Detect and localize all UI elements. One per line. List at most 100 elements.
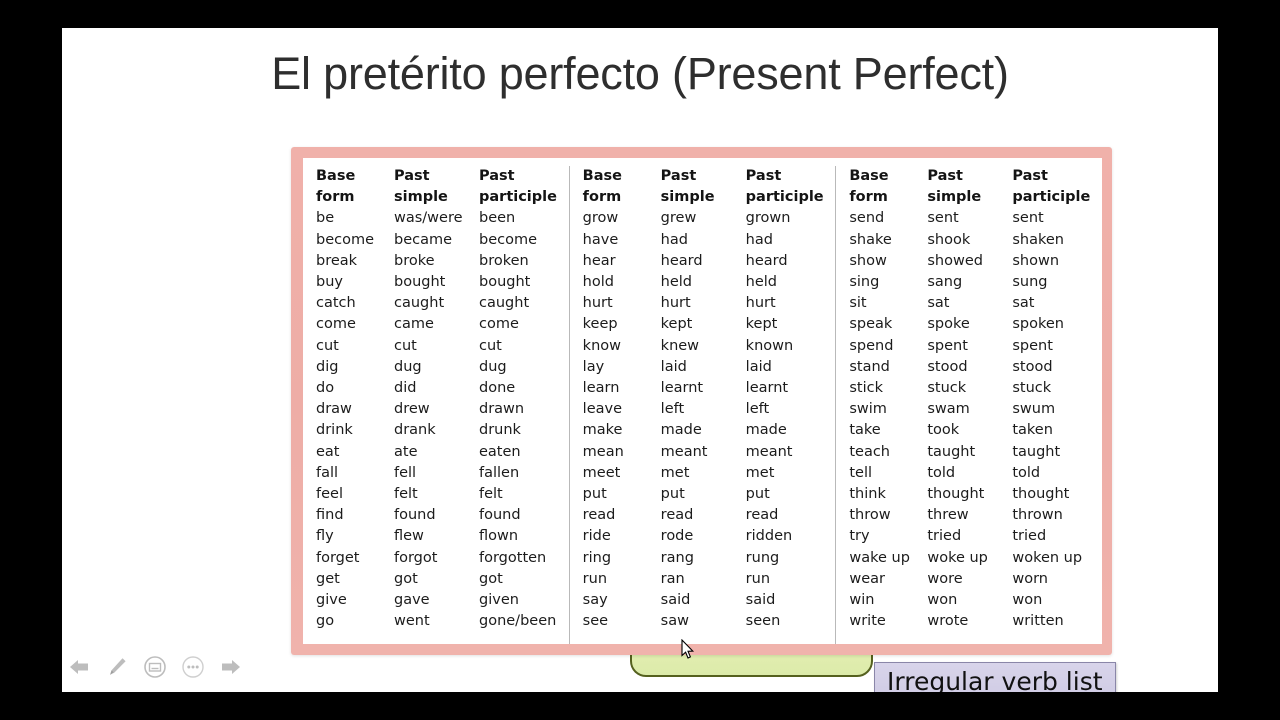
verb-cell: hear: [582, 252, 616, 269]
verb-cell: left: [745, 401, 770, 418]
verb-cell: threw: [927, 507, 969, 524]
next-arrow-icon[interactable]: [216, 652, 246, 682]
verb-cell: stood: [1012, 358, 1053, 375]
verb-column-base: Base form be become break buy catch come cut dig d…: [316, 166, 394, 644]
verb-cell: woke up: [927, 549, 988, 566]
column-header: Base: [582, 168, 622, 184]
verb-cell: kept: [745, 316, 778, 333]
verb-cell: meant: [660, 443, 708, 460]
verb-cell: run: [582, 570, 608, 587]
column-header: form: [316, 189, 355, 206]
verb-column-base: Base form grow have hear hold hurt keep know lay l…: [583, 166, 661, 644]
verb-cell: spent: [927, 337, 968, 354]
verb-column-group: Base form be become break buy catch come cut dig d…: [303, 166, 569, 644]
page-title: El pretérito perfecto (Present Perfect): [271, 48, 1009, 99]
verb-cell: came: [394, 316, 434, 333]
verb-cell: became: [394, 231, 453, 248]
verb-cell: thrown: [1012, 507, 1063, 524]
verb-cell: got: [479, 570, 503, 587]
column-header: simple: [394, 189, 448, 206]
verb-cell: have: [582, 231, 619, 248]
verb-cell: put: [745, 486, 770, 503]
column-header: Past: [394, 168, 430, 184]
verb-column-past: Past simple grew had heard held hurt kept knew la…: [661, 166, 746, 644]
verb-cell: break: [316, 252, 358, 269]
verb-cell: left: [660, 401, 685, 418]
verb-cell: rang: [660, 549, 694, 566]
verb-cell: be: [316, 210, 335, 227]
verb-cell: won: [1012, 592, 1043, 609]
verb-cell: tried: [1012, 528, 1047, 545]
previous-arrow-icon[interactable]: [64, 652, 94, 682]
verb-cell: did: [394, 380, 417, 397]
verb-cell: cut: [394, 337, 417, 354]
verb-cell: hurt: [582, 295, 613, 312]
verb-cell: shown: [1012, 252, 1060, 269]
verb-cell: dig: [316, 358, 339, 375]
verb-cell: mean: [582, 443, 624, 460]
verb-cell: bought: [394, 274, 446, 291]
verb-cell: heard: [660, 252, 703, 269]
verb-cell: sing: [849, 274, 880, 291]
column-header: Past: [660, 168, 697, 184]
verb-cell: grown: [745, 210, 791, 227]
pencil-icon[interactable]: [102, 652, 132, 682]
verb-cell: feel: [316, 486, 343, 503]
column-header: Past: [1012, 168, 1048, 184]
verb-cell: grow: [582, 210, 619, 227]
verb-cell: tell: [849, 464, 873, 481]
verb-cell: drawn: [479, 401, 525, 418]
verb-cell: forgotten: [479, 549, 547, 566]
irregular-verb-table-frame: Base form be become break buy catch come cut dig d…: [291, 147, 1112, 655]
verb-cell: drink: [316, 422, 353, 439]
verb-cell: won: [927, 592, 958, 609]
verb-cell: cut: [316, 337, 339, 354]
verb-cell: hurt: [745, 295, 776, 312]
verb-cell: cut: [479, 337, 502, 354]
player-toolbar: [62, 648, 1218, 686]
verb-cell: show: [849, 252, 887, 269]
verb-cell: got: [394, 570, 418, 587]
verb-cell: woken up: [1012, 549, 1083, 566]
verb-cell: spend: [849, 337, 894, 354]
verb-cell: put: [660, 486, 685, 503]
verb-cell: try: [849, 528, 870, 545]
verb-cell: gave: [394, 592, 430, 609]
verb-cell: lay: [582, 358, 605, 375]
irregular-verb-table: Base form be become break buy catch come cut dig d…: [303, 158, 1102, 644]
verb-cell: stood: [927, 358, 968, 375]
verb-cell: win: [849, 592, 875, 609]
verb-cell: flown: [479, 528, 519, 545]
more-options-icon[interactable]: [178, 652, 208, 682]
column-header: participle: [479, 189, 557, 206]
verb-cell: went: [394, 613, 430, 630]
verb-cell: ride: [582, 528, 611, 545]
verb-cell: rode: [660, 528, 694, 545]
verb-cell: been: [479, 210, 516, 227]
verb-cell: said: [660, 592, 691, 609]
verb-cell: told: [927, 464, 956, 481]
verb-cell: know: [582, 337, 621, 354]
column-header: participle: [745, 189, 824, 206]
verb-cell: fell: [394, 464, 417, 481]
verb-cell: shake: [849, 231, 892, 248]
column-header: simple: [927, 189, 982, 206]
verb-cell: drew: [394, 401, 430, 418]
verb-cell: eaten: [479, 443, 521, 460]
verb-column-base: Base form send shake show sing sit speak spend st…: [849, 166, 927, 644]
verb-cell: come: [316, 316, 356, 333]
verb-cell: dug: [394, 358, 422, 375]
verb-cell: caught: [479, 295, 530, 312]
verb-cell: drunk: [479, 422, 521, 439]
column-header: form: [582, 189, 622, 206]
verb-cell: stick: [849, 380, 883, 397]
verb-cell: taught: [1012, 443, 1061, 460]
verb-cell: seen: [745, 613, 781, 630]
verb-cell: wear: [849, 570, 885, 587]
verb-cell: become: [316, 231, 375, 248]
verb-cell: swum: [1012, 401, 1056, 418]
verb-cell: run: [745, 570, 771, 587]
verb-cell: think: [849, 486, 886, 503]
notes-icon[interactable]: [140, 652, 170, 682]
verb-cell: made: [660, 422, 702, 439]
